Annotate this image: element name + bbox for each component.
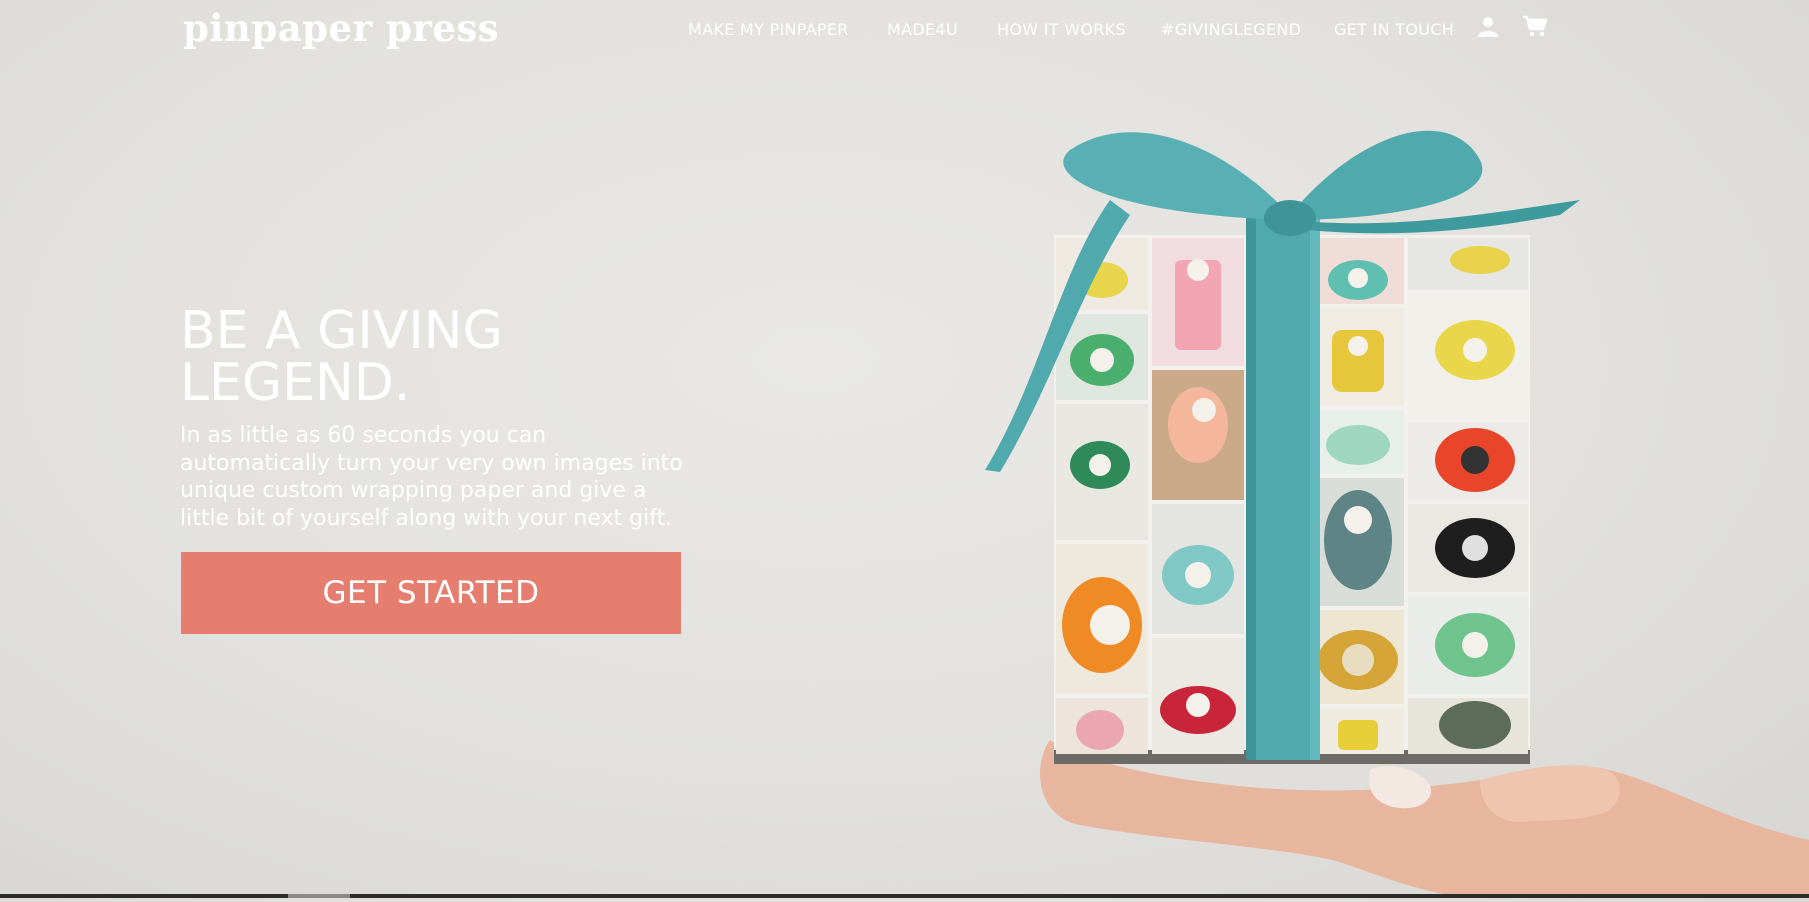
gift-box-image	[960, 120, 1809, 898]
nav-make-my-pinpaper[interactable]: MAKE MY PINPAPER	[688, 20, 849, 39]
user-icon[interactable]	[1476, 14, 1502, 40]
nav-made4u[interactable]: MADE4U	[887, 20, 958, 39]
get-started-button[interactable]: GET STARTED	[181, 552, 681, 634]
hero-description: In as little as 60 seconds you can autom…	[180, 423, 683, 531]
cart-icon[interactable]	[1522, 14, 1548, 40]
nav-givinglegend[interactable]: #GIVINGLEGEND	[1161, 20, 1301, 39]
hero-title-line2: LEGEND.	[180, 353, 411, 413]
bottom-progress-bar	[0, 894, 1809, 898]
nav-get-in-touch[interactable]: GET IN TOUCH	[1334, 20, 1454, 39]
nav-how-it-works[interactable]: HOW IT WORKS	[997, 20, 1126, 39]
hero-title: BE A GIVING LEGEND.	[180, 305, 700, 409]
hero-title-line1: BE A GIVING	[180, 301, 503, 361]
page: pinpaper press MAKE MY PINPAPER MADE4U H…	[0, 0, 1809, 898]
bottom-progress-marker	[288, 894, 350, 898]
